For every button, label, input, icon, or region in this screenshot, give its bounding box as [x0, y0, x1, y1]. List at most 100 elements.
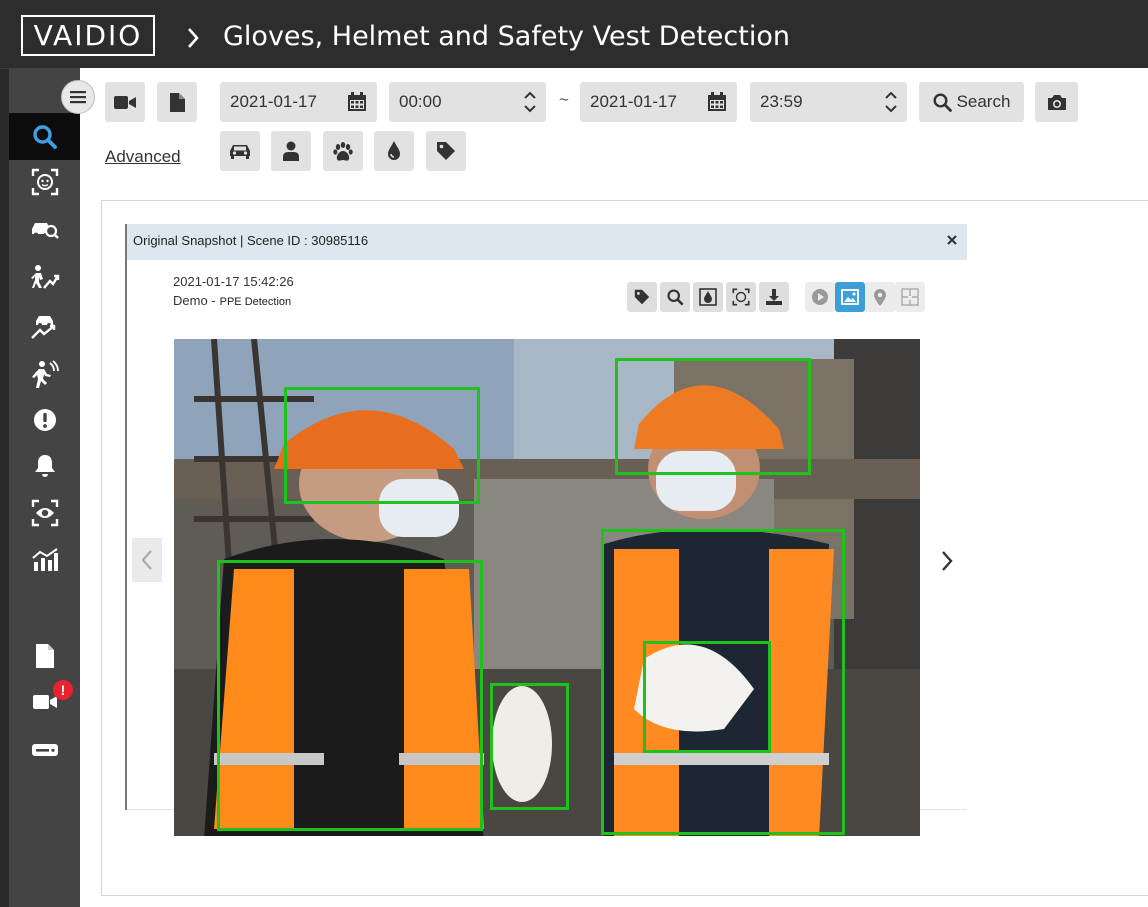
menu-toggle-button[interactable]: [61, 80, 95, 114]
filter-person-button[interactable]: [271, 131, 311, 171]
map-view-button[interactable]: [865, 282, 895, 312]
eye-scan-icon: [31, 499, 58, 527]
filter-animal-button[interactable]: [323, 131, 363, 171]
snapshot-timestamp: 2021-01-17 15:42:26: [173, 274, 294, 289]
snapshot-image[interactable]: [174, 339, 920, 836]
advanced-link[interactable]: Advanced: [105, 147, 181, 167]
sidebar-item-cameras[interactable]: !: [9, 680, 80, 724]
search-button-label: Search: [956, 92, 1011, 111]
snapshot-camera: Demo - PPE Detection: [173, 293, 291, 308]
start-time-value: 00:00: [399, 92, 442, 111]
search-icon: [933, 92, 952, 112]
sidebar: !: [9, 68, 80, 907]
camera-icon: [32, 695, 57, 709]
floorplan-view-button[interactable]: [895, 282, 925, 312]
sidebar-item-documents[interactable]: [9, 634, 80, 678]
vehicle-motion-icon: [30, 316, 55, 339]
sidebar-item-system[interactable]: [9, 728, 80, 772]
face-scan-icon: [732, 288, 750, 306]
sidebar-item-search[interactable]: [9, 113, 80, 160]
person-motion-icon: [30, 265, 59, 289]
download-snapshot-button[interactable]: [759, 282, 789, 312]
end-date-value: 2021-01-17: [590, 92, 677, 111]
snapshot-header: Original Snapshot | Scene ID : 30985116: [125, 224, 967, 260]
end-date-field[interactable]: 2021-01-17: [580, 82, 737, 122]
filter-tag-button[interactable]: [426, 131, 466, 171]
sidebar-item-traffic[interactable]: [9, 304, 80, 348]
server-icon: [31, 744, 58, 756]
search-button[interactable]: Search: [919, 82, 1024, 122]
end-time-field[interactable]: 23:59: [750, 82, 907, 122]
magnifier-icon: [666, 288, 684, 306]
file-source-button[interactable]: [157, 82, 197, 122]
drop-icon: [388, 141, 400, 160]
sidebar-item-notifications[interactable]: [9, 444, 80, 488]
snapshot-title: Original Snapshot | Scene ID : 30985116: [133, 233, 369, 248]
sidebar-item-face-recognition[interactable]: [9, 160, 80, 204]
detection-box-safety-vest[interactable]: [217, 560, 483, 831]
paw-icon: [333, 141, 353, 161]
detection-box-helmet[interactable]: [284, 387, 480, 504]
play-circle-icon: [812, 289, 828, 305]
hamburger-icon: [70, 91, 86, 104]
sidebar-item-reports[interactable]: [9, 538, 80, 582]
exclamation-icon: [33, 409, 56, 431]
end-time-value: 23:59: [760, 92, 803, 111]
tag-icon: [437, 142, 455, 160]
sidebar-item-monitoring[interactable]: [9, 491, 80, 535]
analytic-name: PPE Detection: [219, 296, 292, 308]
vehicle-search-icon: [31, 223, 59, 239]
chart-icon: [31, 548, 58, 571]
zoom-snapshot-button[interactable]: [660, 282, 690, 312]
vaidio-logo[interactable]: VAIDIO: [21, 15, 155, 56]
sidebar-item-vehicle-search[interactable]: [9, 208, 80, 252]
tag-snapshot-button[interactable]: [627, 282, 657, 312]
download-icon: [766, 289, 782, 305]
drop-square-icon: [699, 288, 717, 306]
start-time-field[interactable]: 00:00: [389, 82, 546, 122]
calendar-icon: [708, 92, 726, 111]
spinner-arrows-icon[interactable]: [885, 91, 897, 113]
start-date-field[interactable]: 2021-01-17: [220, 82, 377, 122]
camera-alert-badge: !: [53, 680, 73, 700]
start-date-value: 2021-01-17: [230, 92, 317, 111]
face-search-button[interactable]: [726, 282, 756, 312]
photo-camera-icon: [1047, 94, 1066, 110]
play-video-button[interactable]: [805, 282, 835, 312]
chevron-right-icon: [942, 551, 953, 571]
file-icon: [169, 92, 185, 112]
chevron-right-icon: [188, 28, 199, 48]
filter-vehicle-button[interactable]: [220, 131, 260, 171]
sidebar-item-intrusion[interactable]: [9, 352, 80, 396]
bell-icon: [34, 455, 55, 477]
sidebar-item-people-counting[interactable]: [9, 256, 80, 300]
camera-name: Demo -: [173, 293, 216, 308]
filter-color-button[interactable]: [374, 131, 414, 171]
camera-source-button[interactable]: [105, 82, 145, 122]
search-icon: [32, 124, 57, 149]
detection-box-gloves[interactable]: [643, 641, 771, 753]
person-icon: [283, 141, 299, 161]
calendar-icon: [348, 92, 366, 111]
page-title: Gloves, Helmet and Safety Vest Detection: [223, 21, 790, 52]
range-separator: ~: [559, 90, 569, 109]
sidebar-item-alerts[interactable]: [9, 398, 80, 442]
top-bar: VAIDIO Gloves, Helmet and Safety Vest De…: [0, 0, 1148, 69]
next-snapshot-button[interactable]: [935, 546, 959, 576]
main-content: 2021-01-17 00:00 ~ 2021-01-17 23:59 Sear…: [61, 68, 1148, 907]
car-icon: [230, 145, 250, 159]
image-icon: [841, 289, 859, 305]
map-pin-icon: [874, 288, 886, 306]
detection-box-helmet[interactable]: [615, 358, 811, 475]
document-icon: [35, 644, 54, 668]
close-icon[interactable]: [945, 233, 959, 247]
spinner-arrows-icon[interactable]: [524, 91, 536, 113]
tag-icon: [634, 289, 650, 305]
image-view-button[interactable]: [835, 282, 865, 312]
person-alert-icon: [31, 360, 59, 388]
video-camera-icon: [114, 95, 136, 109]
detection-box-gloves[interactable]: [490, 683, 569, 810]
snapshot-search-button[interactable]: [1035, 82, 1078, 122]
color-search-button[interactable]: [693, 282, 723, 312]
floorplan-icon: [901, 288, 919, 306]
